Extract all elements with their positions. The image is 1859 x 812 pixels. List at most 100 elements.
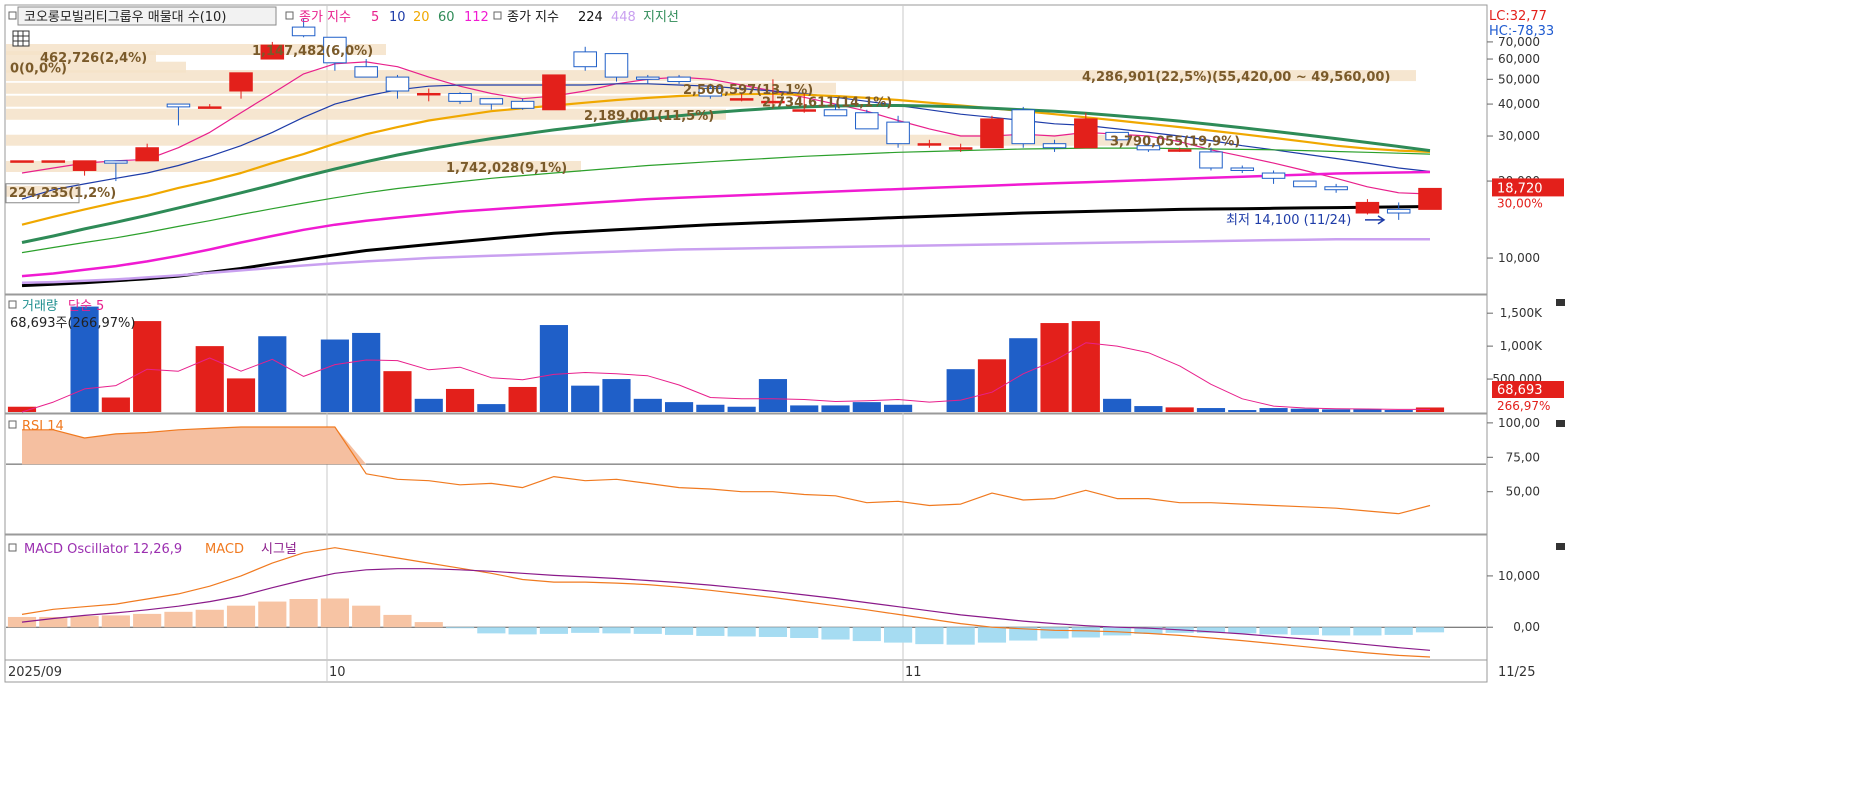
ma-period-112[interactable]: 112 (464, 10, 489, 25)
x-tick-label: 11 (905, 665, 922, 680)
volume-bar (977, 359, 1007, 412)
macd-osc-bar (383, 614, 412, 628)
panel-menu-icon[interactable] (8, 11, 17, 20)
price-y-tick-label: 60,000 (1498, 52, 1540, 66)
price-y-tick-label: 10,000 (1498, 251, 1540, 265)
current-volume-pct-label: 266,97% (1497, 399, 1550, 413)
volume-bar (1196, 408, 1226, 412)
macd-osc-bar (258, 601, 287, 628)
macd-legend-icon (8, 543, 17, 552)
low-price-label: 최저 14,100 (11/24) (1226, 213, 1351, 228)
candle-body (917, 143, 942, 146)
ma-group2-label[interactable]: 종가 지수 (507, 10, 559, 25)
macd-osc-bar (1384, 627, 1413, 635)
panel-close-icon[interactable] (1556, 420, 1565, 427)
candle-body (667, 76, 691, 83)
price-y-tick-label: 50,000 (1498, 72, 1540, 86)
candle-body (416, 92, 441, 96)
ma-period-448[interactable]: 448 (611, 10, 636, 25)
volume-bar (226, 378, 256, 412)
candle-body (855, 112, 879, 130)
ma-period-224[interactable]: 224 (578, 10, 603, 25)
candle-body (510, 100, 535, 109)
macd-osc-bar (946, 627, 975, 645)
volume-profile-label: 2,734,611(14,1%) (762, 96, 892, 111)
candle-body (72, 160, 97, 171)
candle-body (291, 26, 316, 37)
volume-profile-label: 224,235(1,2%) (9, 186, 116, 201)
macd-osc-bar (414, 622, 443, 628)
macd-osc-bar (1290, 627, 1319, 635)
macd-osc-bar (602, 627, 631, 634)
panel-close-icon[interactable] (1556, 543, 1565, 550)
volume-bar (821, 405, 850, 412)
candle-body (1167, 149, 1192, 152)
volume-bar (1228, 410, 1257, 412)
volume-bar (258, 336, 287, 412)
candle-body (948, 147, 973, 150)
ma-period-10[interactable]: 10 (389, 10, 406, 25)
candle-body (1074, 118, 1098, 149)
volume-bar (1322, 409, 1351, 412)
volume-ma-label[interactable]: 단순 5 (68, 299, 104, 314)
volume-bar (1134, 406, 1163, 412)
volume-title[interactable]: 거래량 (22, 299, 58, 314)
candle-body (886, 121, 910, 145)
candle-body (1293, 180, 1317, 188)
macd-label[interactable]: MACD (205, 542, 244, 557)
macd-y-tick-label: 0,00 (1513, 620, 1540, 634)
macd-osc-bar (445, 627, 475, 629)
macd-osc-bar (1415, 627, 1445, 633)
rsi-y-tick-label: 75,00 (1506, 450, 1540, 464)
rsi-title[interactable]: RSI 14 (22, 419, 64, 434)
ma-group1-label[interactable]: 종가 지수 (299, 10, 351, 25)
macd-osc-bar (1322, 627, 1351, 636)
candle-body (10, 160, 34, 163)
ma-legend-icon (285, 11, 294, 20)
macd-signal-label[interactable]: 시그널 (261, 542, 297, 557)
volume-bar (1165, 407, 1194, 412)
volume-bar (383, 371, 412, 412)
price-y-tick-label: 40,000 (1498, 97, 1540, 111)
volume-bar (571, 385, 600, 412)
ma-period-20[interactable]: 20 (413, 10, 430, 25)
macd-osc-bar (1353, 627, 1382, 636)
macd-osc-bar (195, 609, 224, 628)
settings-grid-icon[interactable] (12, 30, 30, 47)
current-volume-label: 68,693 (1497, 383, 1543, 398)
candle-body (1386, 208, 1411, 214)
candle-body (980, 118, 1004, 149)
macd-osc-bar (821, 627, 850, 640)
candle-body (197, 106, 222, 109)
macd-osc-bar (633, 627, 662, 634)
candle-body (1355, 201, 1380, 214)
volume-bar (884, 404, 913, 412)
macd-osc-bar (977, 627, 1007, 643)
candle-body (1418, 187, 1442, 210)
volume-profile-label: 1,147,482(6,0%) (252, 44, 373, 59)
candle-body (479, 98, 504, 105)
volume-profile-label: 3,790,055(19,9%) (1110, 135, 1240, 150)
macd-osc-bar (320, 598, 349, 628)
ma-period-60[interactable]: 60 (438, 10, 455, 25)
candle-body (104, 160, 128, 164)
candle-body (1324, 186, 1348, 191)
hc-label: HC:-78,33 (1489, 24, 1554, 39)
ma-legend-icon-2 (493, 11, 502, 20)
volume-bar (696, 404, 725, 412)
x-tick-label: 2025/09 (8, 665, 62, 680)
macd-osc-bar (571, 627, 600, 633)
stock-chart: 70,00060,00050,00040,00030,00020,00010,0… (0, 0, 1568, 685)
volume-bar (1384, 410, 1413, 412)
lc-label: LC:32,77 (1489, 9, 1547, 24)
macd-osc-bar (133, 613, 162, 628)
macd-osc-label[interactable]: MACD Oscillator 12,26,9 (24, 542, 182, 557)
volume-bar (320, 339, 349, 412)
rsi-y-tick-label: 50,00 (1506, 485, 1540, 499)
support-label[interactable]: 지지선 (643, 10, 679, 25)
macd-osc-bar (70, 615, 99, 628)
candle-body (166, 103, 191, 108)
panel-close-icon[interactable] (1556, 299, 1565, 306)
ma-period-5[interactable]: 5 (371, 10, 379, 25)
macd-y-tick-label: 10,000 (1498, 569, 1540, 583)
